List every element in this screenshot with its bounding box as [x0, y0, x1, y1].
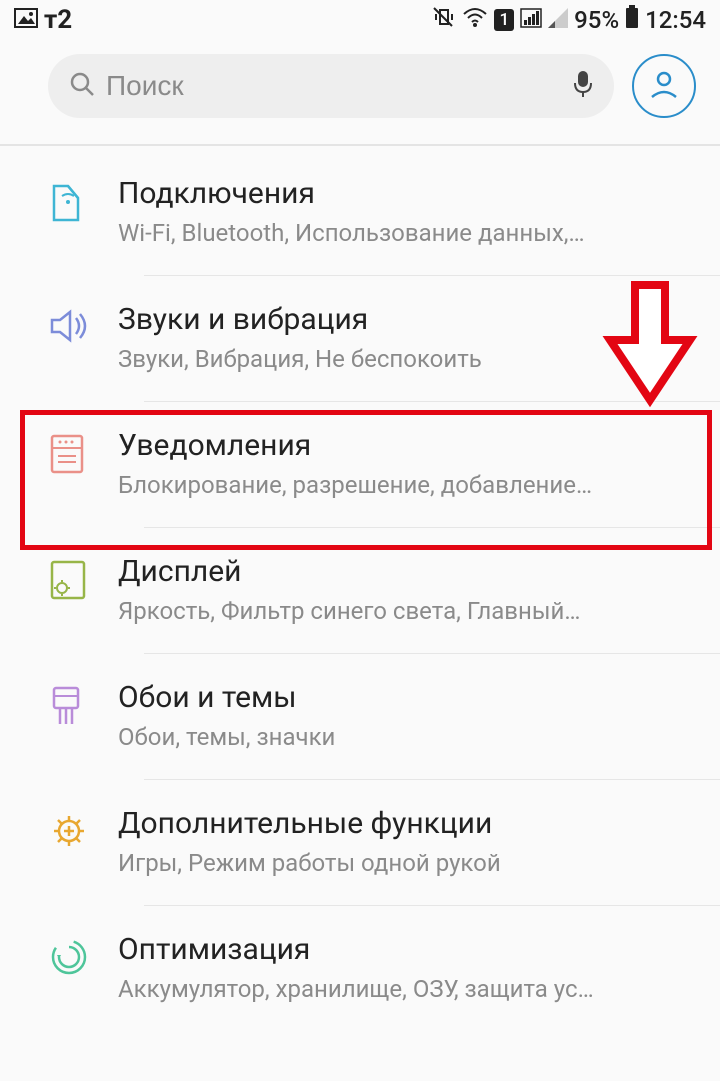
- display-icon: [48, 558, 118, 602]
- item-title: Обои и темы: [118, 680, 700, 715]
- settings-item-sounds[interactable]: Звуки и вибрация Звуки, Вибрация, Не бес…: [0, 276, 720, 401]
- item-title: Дисплей: [118, 554, 700, 589]
- connections-icon: [48, 180, 118, 224]
- item-title: Уведомления: [118, 428, 700, 463]
- settings-item-display[interactable]: Дисплей Яркость, Фильтр синего света, Гл…: [0, 528, 720, 653]
- settings-item-connections[interactable]: Подключения Wi-Fi, Bluetooth, Использова…: [0, 150, 720, 275]
- search-icon: [68, 70, 96, 102]
- profile-icon: [647, 67, 681, 105]
- item-title: Подключения: [118, 176, 700, 211]
- item-subtitle: Яркость, Фильтр синего света, Главный…: [118, 597, 700, 625]
- vibrate-icon: [430, 4, 456, 36]
- search-row: [0, 40, 720, 144]
- settings-list: Подключения Wi-Fi, Bluetooth, Использова…: [0, 146, 720, 1031]
- advanced-icon: [48, 810, 118, 852]
- item-subtitle: Аккумулятор, хранилище, ОЗУ, защита ус…: [118, 975, 700, 1003]
- item-subtitle: Игры, Режим работы одной рукой: [118, 849, 700, 877]
- status-bar: т2 1 95% 12:54: [0, 0, 720, 40]
- image-icon: [14, 6, 38, 34]
- themes-icon: [48, 684, 118, 728]
- wifi-icon: [462, 6, 488, 34]
- notifications-icon: [48, 432, 118, 476]
- item-title: Дополнительные функции: [118, 806, 700, 841]
- settings-item-advanced[interactable]: Дополнительные функции Игры, Режим работ…: [0, 780, 720, 905]
- mic-icon[interactable]: [572, 69, 594, 103]
- signal-icon-1: [520, 6, 542, 34]
- sounds-icon: [48, 306, 118, 346]
- item-subtitle: Звуки, Вибрация, Не беспокоить: [118, 345, 700, 373]
- item-title: Звуки и вибрация: [118, 302, 700, 337]
- settings-item-notifications[interactable]: Уведомления Блокирование, разрешение, до…: [0, 402, 720, 527]
- item-subtitle: Wi-Fi, Bluetooth, Использование данных,…: [118, 219, 700, 247]
- clock: 12:54: [645, 6, 706, 34]
- optimization-icon: [48, 936, 118, 978]
- item-subtitle: Обои, темы, значки: [118, 723, 700, 751]
- battery-percent: 95%: [574, 6, 619, 34]
- profile-button[interactable]: [632, 54, 696, 118]
- sim-icon: 1: [494, 9, 514, 31]
- item-title: Оптимизация: [118, 932, 700, 967]
- search-box[interactable]: [48, 54, 614, 118]
- signal-icon-2: [548, 6, 568, 34]
- search-input[interactable]: [106, 70, 562, 102]
- carrier-label: т2: [44, 5, 72, 35]
- battery-icon: [625, 5, 639, 35]
- item-subtitle: Блокирование, разрешение, добавление…: [118, 471, 700, 499]
- settings-item-optimization[interactable]: Оптимизация Аккумулятор, хранилище, ОЗУ,…: [0, 906, 720, 1031]
- settings-item-themes[interactable]: Обои и темы Обои, темы, значки: [0, 654, 720, 779]
